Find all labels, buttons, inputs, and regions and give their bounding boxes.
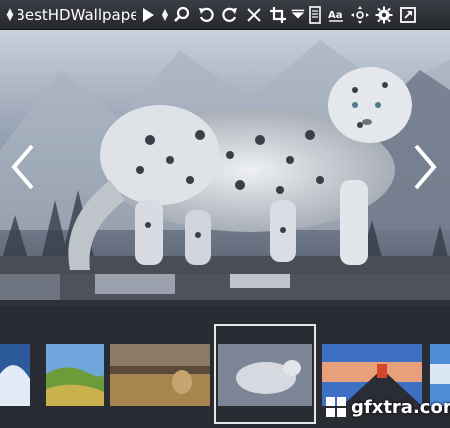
- watermark: gfxtra.com: [325, 396, 450, 418]
- filter-icon: [291, 9, 305, 19]
- next-image-button[interactable]: [408, 140, 442, 194]
- settings-button[interactable]: [372, 0, 396, 30]
- crop-icon: [270, 6, 286, 23]
- viewer-reflection: [0, 274, 450, 306]
- rotate-left-icon: [199, 7, 214, 22]
- rotate-right-button[interactable]: [218, 0, 242, 30]
- title-scroll-arrows[interactable]: ▲ ▼: [4, 7, 16, 22]
- text-size-button[interactable]: Aa: [324, 0, 348, 30]
- fullscreen-icon: [400, 6, 416, 23]
- thumbnail-lion-field[interactable]: [110, 344, 210, 406]
- play-icon: [143, 7, 154, 22]
- speed-spinner[interactable]: ▲ ▼: [160, 7, 170, 21]
- svg-text:Aa: Aa: [328, 10, 343, 21]
- fit-button[interactable]: [348, 0, 372, 30]
- page-button[interactable]: [306, 0, 324, 30]
- rotate-right-icon: [222, 7, 237, 22]
- fit-icon: [351, 5, 369, 24]
- reflection-image: [0, 274, 450, 306]
- crop-button[interactable]: [266, 0, 290, 30]
- thumbnail-ocean[interactable]: [0, 344, 30, 406]
- search-button[interactable]: [170, 0, 194, 30]
- page-icon: [309, 5, 321, 24]
- rotate-left-button[interactable]: [194, 0, 218, 30]
- fullscreen-button[interactable]: [396, 0, 420, 30]
- toolbar: ▲ ▼ BestHDWallpape ▲ ▼ Aa: [0, 0, 450, 30]
- watermark-text: gfxtra.com: [351, 396, 450, 418]
- gfxtra-logo-icon: [326, 397, 346, 417]
- image-viewer: [0, 30, 450, 274]
- gear-icon: [375, 6, 393, 23]
- close-button[interactable]: [242, 0, 266, 30]
- thumbnail-green-hills-image: [46, 344, 104, 406]
- previous-image-button[interactable]: [6, 140, 40, 194]
- thumbnail-selection-frame: [214, 324, 316, 424]
- app-title: BestHDWallpape: [18, 5, 136, 24]
- text-size-icon: Aa: [328, 10, 343, 22]
- thumbnail-lion-field-image: [110, 344, 210, 406]
- snow-leopard-image: [0, 30, 450, 274]
- search-icon: [174, 6, 190, 22]
- close-icon: [247, 7, 261, 22]
- thumbnail-green-hills[interactable]: [46, 344, 104, 406]
- play-button[interactable]: [136, 0, 160, 30]
- filter-dropdown[interactable]: [290, 0, 306, 30]
- chevron-right-icon: [414, 144, 437, 190]
- chevron-left-icon: [11, 144, 34, 190]
- thumbnail-ocean-image: [0, 344, 30, 406]
